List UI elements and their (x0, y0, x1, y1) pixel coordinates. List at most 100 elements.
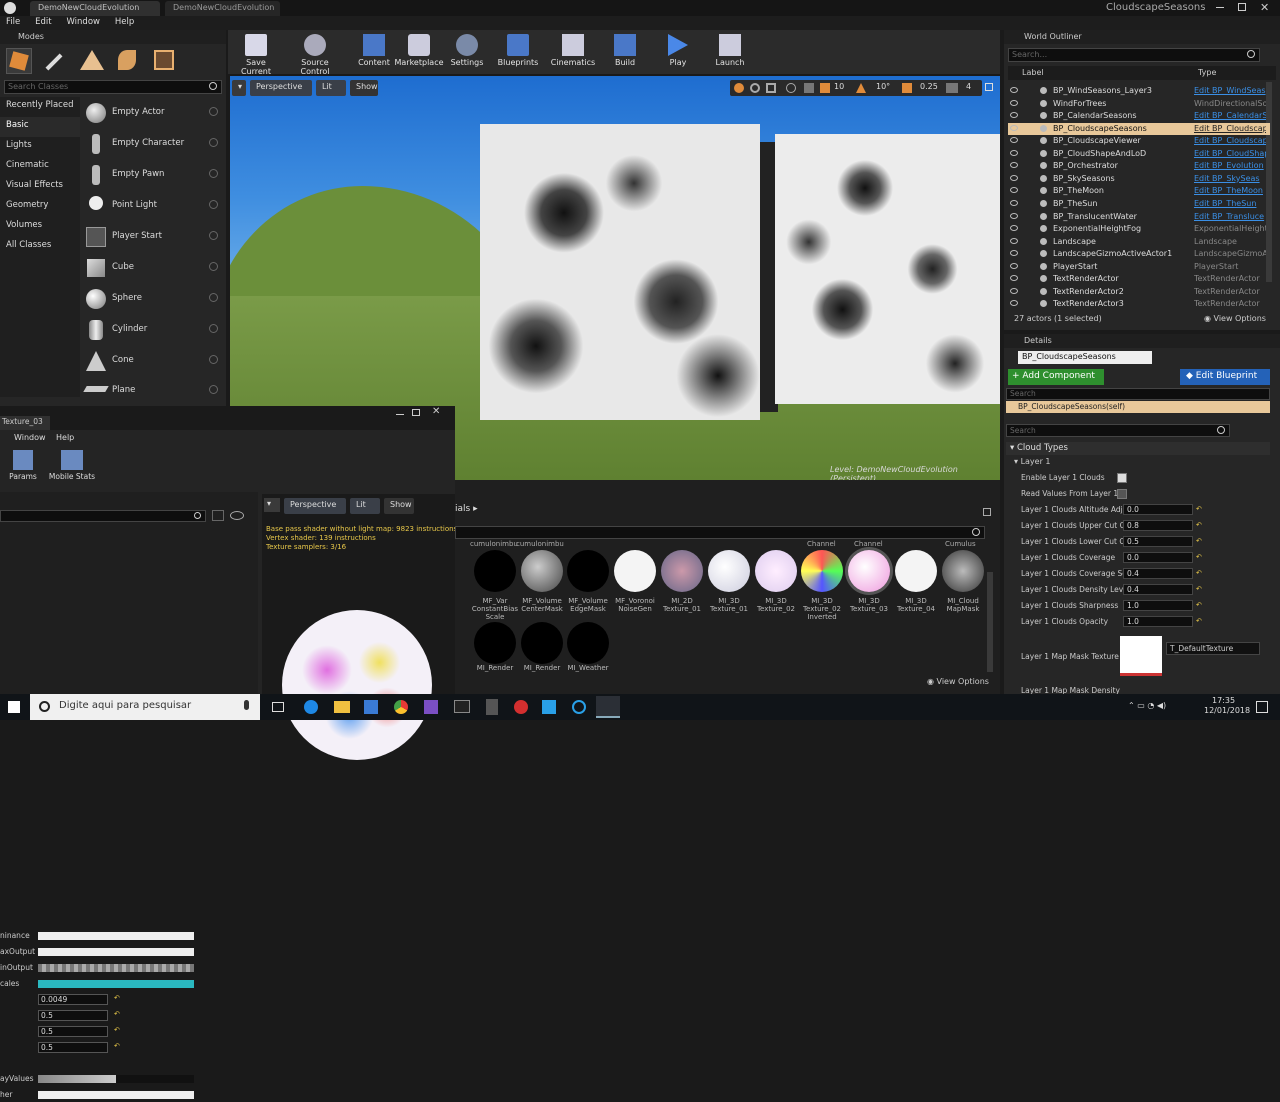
eye-icon[interactable] (1010, 124, 1018, 131)
param-color-bar[interactable] (38, 980, 194, 988)
actor-type[interactable]: Edit BP_Cloudscap (1194, 124, 1266, 133)
actor-type[interactable]: Edit BP_Evolution (1194, 161, 1266, 170)
actor-type[interactable]: Edit BP_TheMoon (1194, 186, 1266, 195)
checkbox[interactable] (1117, 489, 1127, 499)
category-cloud-types[interactable]: ▾ Cloud Types (1006, 442, 1270, 455)
category-volumes[interactable]: Volumes (0, 217, 80, 237)
calculator-icon[interactable] (486, 699, 498, 715)
close-icon[interactable]: ✕ (432, 406, 440, 417)
label-column-header[interactable]: Label (1022, 68, 1044, 77)
outliner-row[interactable]: BP_CloudShapeAndLoD Edit BP_CloudShap (1008, 148, 1270, 161)
checkbox[interactable] (1117, 473, 1127, 483)
menu-help[interactable]: Help (56, 433, 74, 442)
category-cinematic[interactable]: Cinematic (0, 157, 80, 177)
preview-show-button[interactable]: Show (384, 498, 414, 514)
asset-thumbnail[interactable] (567, 622, 609, 664)
asset-thumbnail[interactable] (895, 550, 937, 592)
help-icon[interactable] (209, 385, 218, 394)
place-item-empty-actor[interactable]: Empty Actor (82, 101, 222, 125)
maximize-icon[interactable] (412, 409, 420, 416)
outliner-row[interactable]: PlayerStart PlayerStart (1008, 261, 1270, 274)
place-item-empty-pawn[interactable]: Empty Pawn (82, 163, 222, 187)
preview-viewport[interactable]: ▾ Perspective Lit Show Base pass shader … (262, 494, 457, 760)
reset-arrow-icon[interactable]: ↶ (114, 1010, 120, 1018)
world-icon[interactable] (786, 83, 796, 93)
reset-arrow-icon[interactable]: ↶ (1196, 553, 1202, 561)
outliner-row[interactable]: TextRenderActor TextRenderActor (1008, 273, 1270, 286)
help-icon[interactable] (209, 293, 218, 302)
unreal-taskbar-icon[interactable] (596, 696, 620, 718)
param-number-field[interactable]: 0.0049 (38, 994, 108, 1005)
outliner-row[interactable]: BP_TheMoon Edit BP_TheMoon (1008, 185, 1270, 198)
eye-icon[interactable] (1010, 99, 1018, 106)
param-number-field[interactable]: 0.5 (38, 1026, 108, 1037)
place-item-empty-character[interactable]: Empty Character (82, 132, 222, 156)
outliner-row[interactable]: LandscapeGizmoActiveActor1 LandscapeGizmo… (1008, 248, 1270, 261)
scale-icon[interactable] (766, 83, 776, 93)
outliner-row[interactable]: BP_CloudscapeSeasons Edit BP_Cloudscap (1008, 122, 1270, 136)
content-scrollbar[interactable] (987, 572, 993, 672)
marketplace-button[interactable]: Marketplace (393, 33, 445, 71)
eye-icon[interactable] (1010, 199, 1018, 206)
asset-thumbnail[interactable] (614, 550, 656, 592)
eye-icon[interactable] (1010, 112, 1018, 119)
actor-name-field[interactable]: BP_CloudscapeSeasons (1018, 351, 1152, 364)
asset-thumbnail[interactable] (942, 550, 984, 592)
build-button[interactable]: Build (599, 33, 651, 71)
mask-texture-dropdown[interactable]: T_DefaultTexture (1166, 642, 1260, 655)
help-icon[interactable] (209, 324, 218, 333)
asset-thumbnail[interactable] (801, 550, 843, 592)
property-search-input[interactable]: Search (1006, 424, 1230, 437)
eye-icon[interactable] (1010, 174, 1018, 181)
actor-type[interactable]: Edit BP_CloudShap (1194, 149, 1266, 158)
place-item-cylinder[interactable]: Cylinder (82, 318, 222, 342)
param-color-bar[interactable] (38, 1091, 194, 1099)
eye-icon[interactable] (1010, 250, 1018, 257)
outliner-row[interactable]: WindForTrees WindDirectionalSou (1008, 98, 1270, 111)
reset-arrow-icon[interactable]: ↶ (1196, 569, 1202, 577)
rotate-icon[interactable] (750, 83, 760, 93)
show-button[interactable]: Show (350, 80, 378, 96)
reset-arrow-icon[interactable]: ↶ (1196, 521, 1202, 529)
number-field[interactable]: 0.0 (1123, 552, 1193, 563)
outliner-search-input[interactable]: Search... (1008, 48, 1260, 62)
edge-icon[interactable] (304, 700, 318, 714)
param-number-field[interactable]: 0.5 (38, 1042, 108, 1053)
eye-icon[interactable] (1010, 187, 1018, 194)
edit-blueprint-button[interactable]: ◆ Edit Blueprint (1180, 369, 1270, 385)
play-button[interactable]: Play (652, 33, 704, 71)
paint-mode-icon[interactable] (45, 53, 63, 71)
chrome-icon[interactable] (394, 700, 408, 714)
outliner-row[interactable]: BP_SkySeasons Edit BP_SkySeas (1008, 173, 1270, 186)
help-icon[interactable] (209, 138, 218, 147)
outliner-row[interactable]: BP_CalendarSeasons Edit BP_CalendarS (1008, 110, 1270, 123)
category-visual-effects[interactable]: Visual Effects (0, 177, 80, 197)
menu-file[interactable]: File (0, 16, 26, 28)
place-item-point-light[interactable]: Point Light (82, 194, 222, 218)
close-icon[interactable]: ✕ (1260, 1, 1269, 14)
param-color-bar[interactable] (38, 1075, 194, 1083)
task-view-icon[interactable] (272, 702, 284, 712)
actor-type[interactable]: Edit BP_Transluce (1194, 212, 1266, 221)
type-column-header[interactable]: Type (1198, 68, 1216, 77)
outliner-row[interactable]: BP_TranslucentWater Edit BP_Transluce (1008, 211, 1270, 224)
asset-thumbnail[interactable] (474, 550, 516, 592)
help-icon[interactable] (209, 262, 218, 271)
perspective-button[interactable]: Perspective (250, 80, 312, 96)
eye-icon[interactable] (1010, 275, 1018, 282)
number-field[interactable]: 0.4 (1123, 568, 1193, 579)
foliage-mode-icon[interactable] (118, 50, 136, 70)
content-view-options[interactable]: ◉ View Options (927, 677, 989, 686)
modes-search-input[interactable]: Search Classes (4, 80, 222, 94)
asset-thumbnail[interactable] (708, 550, 750, 592)
reset-arrow-icon[interactable]: ↶ (114, 994, 120, 1002)
notification-icon[interactable] (1256, 701, 1268, 713)
reset-arrow-icon[interactable]: ↶ (1196, 585, 1202, 593)
clock-time[interactable]: 17:35 (1212, 696, 1235, 705)
translate-icon[interactable] (734, 83, 744, 93)
help-icon[interactable] (209, 107, 218, 116)
asset-thumbnail[interactable] (474, 622, 516, 664)
eye-icon[interactable] (1010, 212, 1018, 219)
number-field[interactable]: 0.0 (1123, 504, 1193, 515)
asset-thumbnail[interactable] (661, 550, 703, 592)
